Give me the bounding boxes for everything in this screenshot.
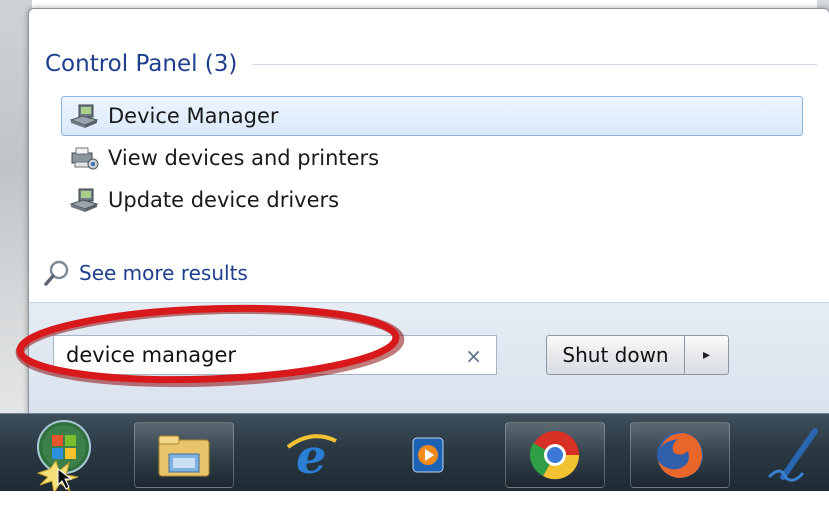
result-label: Device Manager	[108, 104, 279, 128]
internet-explorer-icon[interactable]: e	[262, 422, 362, 488]
result-label: View devices and printers	[108, 146, 380, 170]
taskbar: e	[0, 413, 829, 493]
pen-app-icon[interactable]	[756, 422, 829, 488]
shutdown-button[interactable]: Shut down	[546, 335, 685, 375]
result-view-devices-printers[interactable]: View devices and printers	[61, 138, 803, 178]
devices-printers-icon	[68, 144, 100, 172]
search-value: device manager	[66, 343, 237, 367]
device-manager-icon	[68, 102, 100, 130]
clear-search-icon[interactable]: ×	[465, 344, 482, 368]
result-device-manager[interactable]: Device Manager	[61, 96, 803, 136]
see-more-label: See more results	[79, 261, 248, 285]
magnifier-icon	[43, 259, 71, 287]
windows-explorer-icon[interactable]	[134, 422, 234, 488]
search-input[interactable]: device manager ×	[53, 335, 497, 375]
media-player-icon[interactable]	[378, 422, 478, 488]
chrome-icon[interactable]	[505, 422, 605, 488]
firefox-icon[interactable]	[630, 422, 730, 488]
section-header: Control Panel (3)	[45, 49, 817, 79]
result-label: Update device drivers	[108, 188, 340, 212]
result-update-device-drivers[interactable]: Update device drivers	[61, 180, 803, 220]
device-manager-icon	[68, 186, 100, 214]
section-divider	[253, 63, 817, 65]
page-bottom	[0, 491, 829, 513]
start-orb-icon[interactable]	[14, 420, 106, 493]
see-more-results-link[interactable]: See more results	[43, 259, 248, 287]
shutdown-group: Shut down ▸	[546, 335, 729, 375]
section-title: Control Panel (3)	[45, 51, 238, 77]
shutdown-options-arrow-icon[interactable]: ▸	[685, 335, 729, 375]
start-menu: Control Panel (3) Device Manager View de…	[28, 8, 829, 415]
